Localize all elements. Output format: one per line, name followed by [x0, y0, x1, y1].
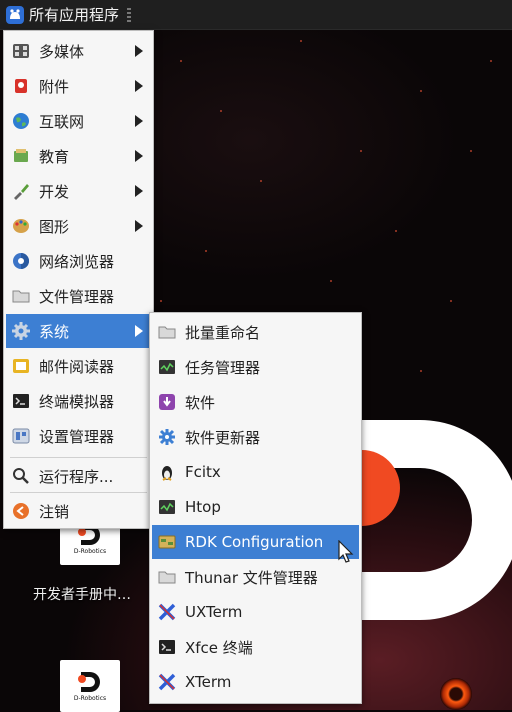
settings-manager-icon: [11, 426, 31, 446]
accessories-icon: [11, 76, 31, 96]
menu-item-settings-manager[interactable]: 设置管理器: [6, 419, 151, 453]
logout-icon: [11, 501, 31, 521]
menu-item-label: 批量重命名: [185, 323, 261, 342]
xterm-icon: [157, 672, 177, 692]
submenu-arrow-icon: [135, 45, 143, 57]
menu-item-label: Fcitx: [185, 463, 221, 481]
desktop-shortcut-2[interactable]: D-Robotics: [60, 660, 120, 712]
menu-item-file-manager[interactable]: 文件管理器: [6, 279, 151, 313]
menu-item-multimedia[interactable]: 多媒体: [6, 34, 151, 68]
menu-item-label: RDK Configuration: [185, 533, 324, 551]
d-robotics-icon: [78, 671, 100, 692]
submenu-item-bulk-rename[interactable]: 批量重命名: [152, 315, 359, 349]
submenu-arrow-icon: [135, 80, 143, 92]
uxterm-icon: [157, 602, 177, 622]
menu-item-mail-reader[interactable]: 邮件阅读器: [6, 349, 151, 383]
submenu-item-xterm[interactable]: XTerm: [152, 665, 359, 699]
menu-item-web-browser[interactable]: 网络浏览器: [6, 244, 151, 278]
menu-item-run-program[interactable]: 运行程序...: [6, 459, 151, 493]
mail-reader-icon: [11, 356, 31, 376]
education-icon: [11, 146, 31, 166]
menu-item-label: 教育: [39, 147, 70, 166]
menu-item-label: 邮件阅读器: [39, 357, 115, 376]
menu-item-development[interactable]: 开发: [6, 174, 151, 208]
menu-separator: [10, 457, 147, 458]
menu-item-label: 附件: [39, 77, 70, 96]
shortcut-brand: D-Robotics: [73, 694, 107, 702]
menu-item-label: 运行程序...: [39, 467, 114, 486]
submenu-item-task-manager[interactable]: 任务管理器: [152, 350, 359, 384]
menu-item-label: UXTerm: [185, 603, 243, 621]
menu-item-label: 网络浏览器: [39, 252, 115, 271]
software-icon: [157, 392, 177, 412]
panel-handle[interactable]: [127, 7, 132, 22]
internet-icon: [11, 111, 31, 131]
submenu-item-software-updater[interactable]: 软件更新器: [152, 420, 359, 454]
applications-menu-label: 所有应用程序: [29, 6, 120, 24]
menu-item-label: 软件更新器: [185, 428, 261, 447]
submenu-item-uxterm[interactable]: UXTerm: [152, 595, 359, 629]
submenu-item-htop[interactable]: Htop: [152, 490, 359, 524]
terminal-icon: [11, 391, 31, 411]
top-panel: 所有应用程序: [0, 0, 512, 30]
web-browser-icon: [11, 251, 31, 271]
menu-item-internet[interactable]: 互联网: [6, 104, 151, 138]
system-submenu: 批量重命名 任务管理器 软件 软件更新器 Fcitx Htop RDK Conf…: [149, 312, 362, 704]
menu-item-label: 文件管理器: [39, 287, 115, 306]
system-icon: [11, 321, 31, 341]
menu-item-accessories[interactable]: 附件: [6, 69, 151, 103]
fcitx-icon: [157, 462, 177, 482]
htop-icon: [157, 497, 177, 517]
menu-item-graphics[interactable]: 图形: [6, 209, 151, 243]
menu-item-terminal-emulator[interactable]: 终端模拟器: [6, 384, 151, 418]
desktop-shortcut-label[interactable]: 开发者手册中…: [33, 584, 131, 604]
xfce-terminal-icon: [157, 637, 177, 657]
thunar-icon: [157, 567, 177, 587]
menu-item-label: 设置管理器: [39, 427, 115, 446]
rdk-configuration-icon: [157, 532, 177, 552]
menu-item-label: Xfce 终端: [185, 638, 253, 657]
submenu-item-software[interactable]: 软件: [152, 385, 359, 419]
menu-item-label: 软件: [185, 393, 216, 412]
menu-item-label: XTerm: [185, 673, 232, 691]
menu-separator: [10, 492, 147, 493]
development-icon: [11, 181, 31, 201]
menu-item-label: 终端模拟器: [39, 392, 115, 411]
shortcut-brand: D-Robotics: [73, 547, 107, 555]
submenu-arrow-icon: [135, 150, 143, 162]
menu-item-education[interactable]: 教育: [6, 139, 151, 173]
submenu-item-xfce-terminal[interactable]: Xfce 终端: [152, 630, 359, 664]
bulk-rename-icon: [157, 322, 177, 342]
menu-item-label: 任务管理器: [185, 358, 261, 377]
orange-orb: [440, 678, 472, 710]
menu-item-label: 多媒体: [39, 42, 85, 61]
submenu-arrow-icon: [135, 115, 143, 127]
submenu-arrow-icon: [135, 220, 143, 232]
submenu-arrow-icon: [135, 325, 143, 337]
mouse-pointer-icon: [338, 540, 354, 563]
menu-item-label: 系统: [39, 322, 70, 341]
xfce-logo-icon: [6, 5, 24, 24]
menu-item-label: Thunar 文件管理器: [185, 568, 318, 587]
submenu-item-rdk-configuration[interactable]: RDK Configuration: [152, 525, 359, 559]
submenu-arrow-icon: [135, 185, 143, 197]
multimedia-icon: [11, 41, 31, 61]
software-updater-icon: [157, 427, 177, 447]
task-manager-icon: [157, 357, 177, 377]
menu-item-label: 图形: [39, 217, 70, 236]
menu-item-logout[interactable]: 注销: [6, 494, 151, 528]
d-robotics-logo: [360, 420, 512, 620]
menu-item-label: 开发: [39, 182, 70, 201]
run-program-icon: [11, 466, 31, 486]
menu-item-system[interactable]: 系统: [6, 314, 151, 348]
applications-menu-button[interactable]: 所有应用程序: [0, 0, 123, 29]
menu-item-label: 注销: [39, 502, 70, 521]
submenu-item-thunar[interactable]: Thunar 文件管理器: [152, 560, 359, 594]
graphics-icon: [11, 216, 31, 236]
menu-item-label: 互联网: [39, 112, 85, 131]
file-manager-icon: [11, 286, 31, 306]
applications-menu: 多媒体 附件 互联网 教育 开发 图形 网络浏览器 文件管理器 系统 邮件阅读器…: [3, 30, 154, 529]
menu-item-label: Htop: [185, 498, 221, 516]
submenu-item-fcitx[interactable]: Fcitx: [152, 455, 359, 489]
